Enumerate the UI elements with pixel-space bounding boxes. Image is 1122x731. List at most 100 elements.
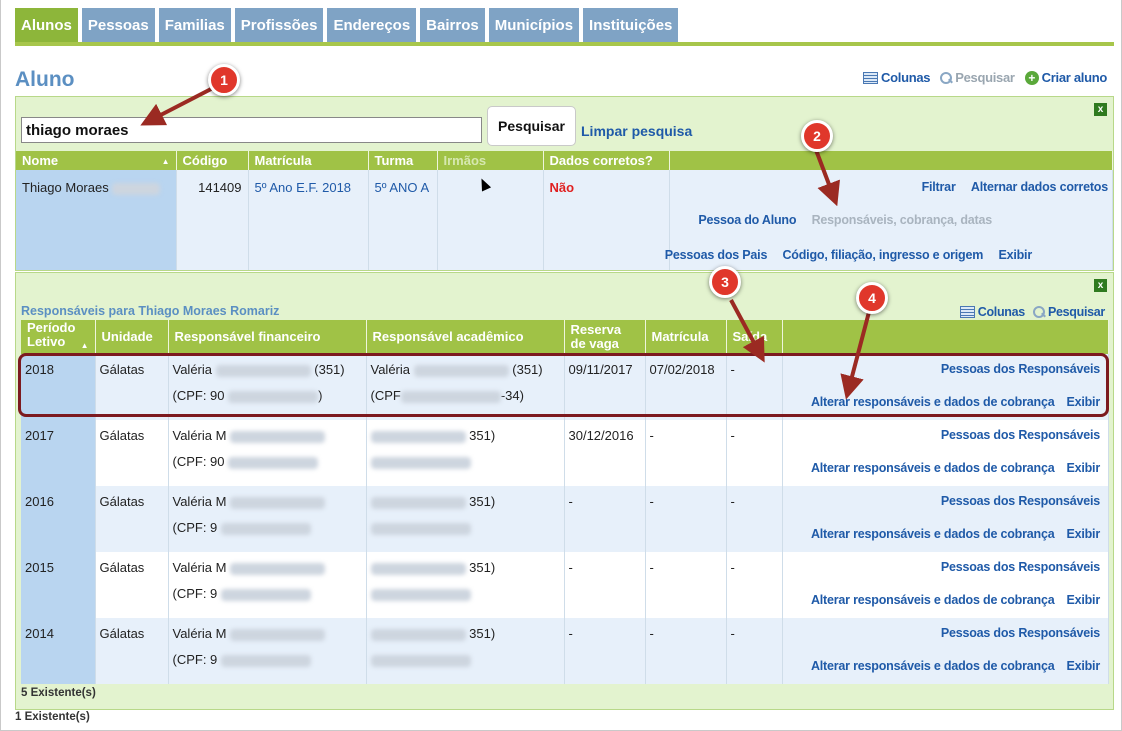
filter-link[interactable]: Filtrar xyxy=(922,180,956,194)
change-responsibles-link[interactable]: Alterar responsáveis e dados de cobrança xyxy=(811,395,1055,409)
financial-name: Valéria M xyxy=(172,626,227,641)
search-panel: x Pesquisar Limpar pesquisa Nome▲ Código… xyxy=(15,96,1114,271)
student-name: Thiago Moraes xyxy=(22,180,109,195)
col-resp-financeiro[interactable]: Responsável financeiro xyxy=(168,320,367,354)
enrollment-cell: - xyxy=(645,552,727,618)
columns-link[interactable]: Colunas xyxy=(959,305,1025,319)
show-link[interactable]: Exibir xyxy=(1066,461,1100,475)
table-row[interactable]: 2018 Gálatas Valéria (351) (CPF: 90 ) Valéri… xyxy=(21,354,1109,420)
search-input[interactable] xyxy=(21,117,482,143)
show-link[interactable]: Exibir xyxy=(1066,527,1100,541)
period-cell: 2016 xyxy=(21,486,96,552)
unit-cell: Gálatas xyxy=(95,618,169,684)
row-actions-cell: Pessoas dos Responsáveis Alterar responsá… xyxy=(782,354,1109,420)
academic-name: Valéria xyxy=(370,362,411,377)
col-actions xyxy=(669,151,1113,170)
exit-cell: - xyxy=(726,420,783,486)
sort-asc-icon: ▲ xyxy=(161,157,170,166)
responsible-persons-link[interactable]: Pessoas dos Responsáveis xyxy=(941,494,1100,508)
financial-name: Valéria M xyxy=(172,428,227,443)
close-icon[interactable]: x xyxy=(1094,279,1107,292)
academic-tail: 351) xyxy=(469,494,496,509)
student-person-link[interactable]: Pessoa do Aluno xyxy=(698,213,796,227)
responsible-persons-link[interactable]: Pessoas dos Responsáveis xyxy=(941,560,1100,574)
col-periodo[interactable]: Período Letivo ▲ xyxy=(21,320,96,354)
redacted-text xyxy=(370,496,466,509)
table-row[interactable]: 2017 Gálatas Valéria M (CPF: 90 351) 30/12/… xyxy=(21,420,1109,486)
change-responsibles-link[interactable]: Alterar responsáveis e dados de cobrança xyxy=(811,593,1055,607)
redacted-text xyxy=(112,182,161,195)
search-icon xyxy=(940,71,953,84)
academic-tail: 351) xyxy=(469,626,496,641)
col-codigo[interactable]: Código xyxy=(176,151,249,170)
col-matricula[interactable]: Matrícula xyxy=(248,151,369,170)
redacted-text xyxy=(370,562,466,575)
tab-bairros[interactable]: Bairros xyxy=(420,8,485,42)
tabs-divider xyxy=(15,42,1114,46)
toggle-correct-link[interactable]: Alternar dados corretos xyxy=(971,180,1108,194)
table-row[interactable]: Thiago Moraes 141409 5º Ano E.F. 2018 5º… xyxy=(16,170,1113,270)
col-dados-corretos[interactable]: Dados corretos? xyxy=(543,151,670,170)
tab-enderecos[interactable]: Endereços xyxy=(327,8,417,42)
search-label: Pesquisar xyxy=(1047,305,1105,319)
redacted-text xyxy=(220,654,311,667)
table-row[interactable]: 2014 Gálatas Valéria M (CPF: 9 351) - - - Pess… xyxy=(21,618,1109,684)
main-tabs: Alunos Pessoas Familias Profissões Ender… xyxy=(15,8,679,42)
col-actions xyxy=(782,320,1109,354)
col-matricula[interactable]: Matrícula xyxy=(645,320,727,354)
col-turma[interactable]: Turma xyxy=(368,151,438,170)
redacted-text xyxy=(370,654,471,667)
create-student-link[interactable]: + Criar aluno xyxy=(1024,70,1107,85)
responsible-persons-link[interactable]: Pessoas dos Responsáveis xyxy=(941,362,1100,376)
change-responsibles-link[interactable]: Alterar responsáveis e dados de cobrança xyxy=(811,527,1055,541)
col-resp-academico[interactable]: Responsável acadêmico xyxy=(366,320,565,354)
change-responsibles-link[interactable]: Alterar responsáveis e dados de cobrança xyxy=(811,461,1055,475)
responsibles-link[interactable]: Responsáveis, cobrança, datas xyxy=(812,213,993,227)
row-actions-cell: Pessoas dos Responsáveis Alterar responsá… xyxy=(782,618,1109,684)
reserve-cell: - xyxy=(564,552,646,618)
search-button[interactable]: Pesquisar xyxy=(487,106,576,146)
tab-alunos[interactable]: Alunos xyxy=(15,8,78,42)
tab-profissoes[interactable]: Profissões xyxy=(234,8,324,42)
search-link[interactable]: Pesquisar xyxy=(940,70,1015,85)
redacted-text xyxy=(400,390,501,403)
responsibles-table: Período Letivo ▲ Unidade Responsável fina… xyxy=(21,320,1109,684)
col-saida[interactable]: Saída xyxy=(726,320,783,354)
code-info-link[interactable]: Código, filiação, ingresso e origem xyxy=(782,248,983,262)
row-actions-cell: Pessoas dos Responsáveis Alterar responsá… xyxy=(782,486,1109,552)
financial-cpf: (CPF: 90 xyxy=(172,388,225,403)
change-responsibles-link[interactable]: Alterar responsáveis e dados de cobrança xyxy=(811,659,1055,673)
table-row[interactable]: 2015 Gálatas Valéria M (CPF: 9 351) - - - Pess… xyxy=(21,552,1109,618)
show-link[interactable]: Exibir xyxy=(1066,395,1100,409)
clear-search-link[interactable]: Limpar pesquisa xyxy=(581,123,692,139)
search-link[interactable]: Pesquisar xyxy=(1032,305,1105,319)
columns-link[interactable]: Colunas xyxy=(863,70,931,85)
parents-link[interactable]: Pessoas dos Pais xyxy=(665,248,768,262)
col-irmaos[interactable]: Irmãos xyxy=(437,151,544,170)
col-nome[interactable]: Nome ▲ xyxy=(16,151,177,170)
academic-tail: 351) xyxy=(469,428,496,443)
col-reserva[interactable]: Reserva de vaga xyxy=(564,320,646,354)
student-class[interactable]: 5º ANO A xyxy=(368,170,438,270)
tab-familias[interactable]: Familias xyxy=(158,8,231,42)
academic-cpf-tail: -34) xyxy=(500,388,524,403)
show-link[interactable]: Exibir xyxy=(1066,593,1100,607)
table-row[interactable]: 2016 Gálatas Valéria M (CPF: 9 351) - - - Pess… xyxy=(21,486,1109,552)
responsible-persons-link[interactable]: Pessoas dos Responsáveis xyxy=(941,626,1100,640)
col-unidade[interactable]: Unidade xyxy=(95,320,169,354)
responsible-persons-link[interactable]: Pessoas dos Responsáveis xyxy=(941,428,1100,442)
academic-responsible-cell: 351) xyxy=(366,552,565,618)
callout-2: 2 xyxy=(801,120,833,152)
redacted-text xyxy=(370,430,466,443)
tab-pessoas[interactable]: Pessoas xyxy=(81,8,155,42)
tab-municipios[interactable]: Municípios xyxy=(488,8,580,42)
callout-4: 4 xyxy=(856,282,888,314)
search-label: Pesquisar xyxy=(955,70,1015,85)
tab-instituicoes[interactable]: Instituições xyxy=(583,8,679,42)
show-link[interactable]: Exibir xyxy=(998,248,1032,262)
financial-name: Valéria M xyxy=(172,494,227,509)
student-enrollment[interactable]: 5º Ano E.F. 2018 xyxy=(248,170,369,270)
reserve-cell: 30/12/2016 xyxy=(564,420,646,486)
close-icon[interactable]: x xyxy=(1094,103,1107,116)
show-link[interactable]: Exibir xyxy=(1066,659,1100,673)
